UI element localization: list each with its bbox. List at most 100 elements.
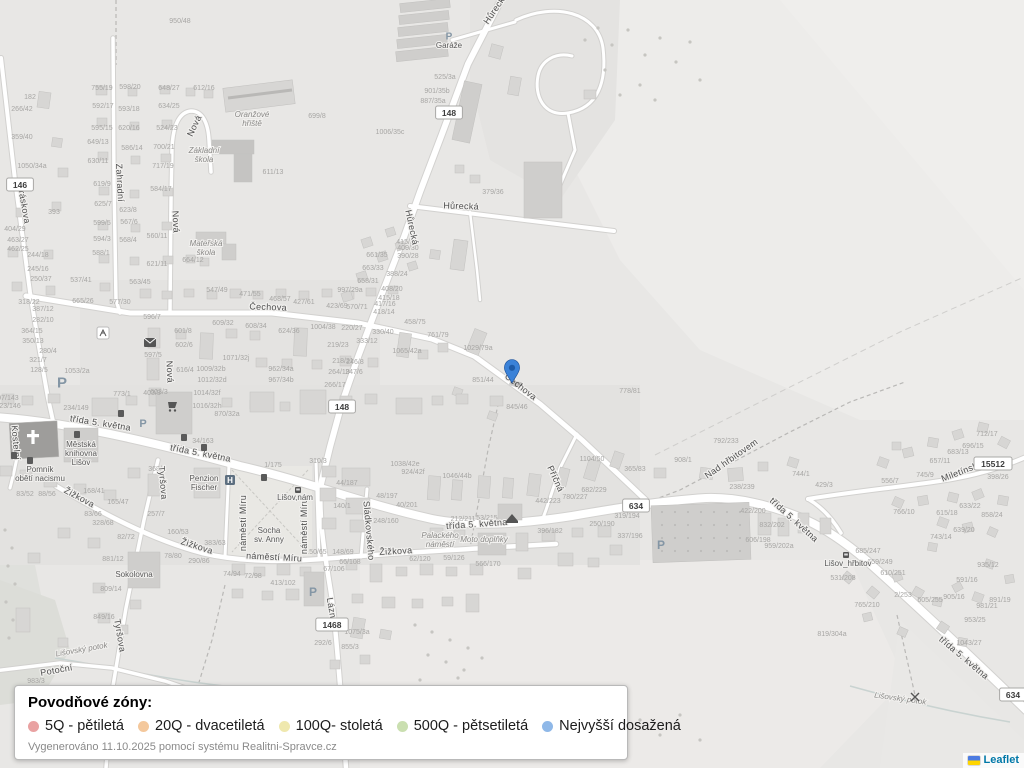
parcel-label: 717/19 bbox=[152, 163, 174, 170]
parcel-label: 605/255 bbox=[917, 597, 942, 604]
parcel-label: 981/21 bbox=[976, 603, 998, 610]
parcel-label: 168/41 bbox=[83, 488, 105, 495]
parcel-label: 388/24 bbox=[386, 271, 408, 278]
library-icon bbox=[74, 431, 80, 438]
parcel-label: 619/9 bbox=[93, 181, 111, 188]
place-label: Lišov bbox=[72, 458, 91, 467]
parcel-label: 364/15 bbox=[21, 328, 43, 335]
parcel-label: 657/11 bbox=[930, 458, 951, 465]
svg-text:148: 148 bbox=[335, 402, 349, 412]
parcel-label: 408/20 bbox=[381, 286, 403, 293]
parcel-label: 935/12 bbox=[977, 562, 999, 569]
parcel-label: 462/25 bbox=[7, 246, 29, 253]
parcel-label: 310/3 bbox=[309, 458, 327, 465]
parcel-label: 586/14 bbox=[121, 145, 143, 152]
parcel-label: 418/14 bbox=[373, 309, 395, 316]
svg-text:1468: 1468 bbox=[323, 620, 342, 630]
flood-zones-legend: Povodňové zóny: 5Q - pětiletá20Q - dvace… bbox=[14, 685, 628, 760]
place-label: Lišov,nám bbox=[277, 493, 313, 502]
parcel-label: 537/41 bbox=[70, 277, 92, 284]
playground-icon bbox=[97, 327, 109, 339]
parcel-label: 423/69 bbox=[326, 303, 348, 310]
parcel-label: 390/28 bbox=[397, 253, 419, 260]
parcel-label: 244/18 bbox=[27, 252, 49, 259]
parcel-label: 359/40 bbox=[11, 134, 33, 141]
parcel-label: 1029/79a bbox=[463, 345, 492, 352]
parcel-label: 1065/42a bbox=[392, 348, 421, 355]
parcel-label: 182 bbox=[24, 94, 36, 101]
parcel-label: 497/143 bbox=[0, 395, 19, 402]
leaflet-link[interactable]: Leaflet bbox=[984, 754, 1019, 766]
street-label: Hůrecká bbox=[443, 200, 479, 211]
parcel-label: 959/202a bbox=[764, 543, 793, 550]
parcel-label: 67/106 bbox=[323, 566, 345, 573]
parcel-label: 330/40 bbox=[372, 329, 394, 336]
monument-icon bbox=[11, 452, 17, 459]
post-office-icon bbox=[144, 338, 156, 347]
parcel-label: 648/27 bbox=[158, 85, 180, 92]
parcel-label: 598/20 bbox=[119, 84, 141, 91]
parcel-label: 458/75 bbox=[404, 319, 426, 326]
parcel-label: 422/200 bbox=[740, 508, 765, 515]
parcel-label: 624/36 bbox=[278, 328, 300, 335]
parcel-label: 566/170 bbox=[475, 561, 500, 568]
parcel-label: 1014/32f bbox=[193, 390, 220, 397]
street-label: Čechova bbox=[249, 301, 287, 312]
parcel-label: 1004/38 bbox=[310, 324, 335, 331]
parcel-label: 792/233 bbox=[713, 438, 738, 445]
street-label: náměstí Míru bbox=[299, 498, 309, 554]
parcel-label: 531/208 bbox=[830, 575, 855, 582]
bus-stop-icon bbox=[843, 552, 849, 558]
parcel-label: 413/102 bbox=[270, 580, 295, 587]
parcel-label: 773/1 bbox=[113, 391, 131, 398]
place-label: Lišov_hřbitov bbox=[824, 559, 871, 568]
legend-item: 5Q - pětiletá bbox=[28, 718, 124, 734]
parcel-label: 601/8 bbox=[174, 328, 192, 335]
parcel-label: 88/56 bbox=[38, 491, 56, 498]
parcel-label: 608/34 bbox=[245, 323, 267, 330]
parcel-label: 603/3 bbox=[150, 389, 168, 396]
parcel-label: 658/31 bbox=[357, 278, 379, 285]
legend-color-dot bbox=[397, 721, 408, 732]
parcel-label: 387/12 bbox=[32, 306, 54, 313]
parcel-label: 319/194 bbox=[614, 513, 639, 520]
parcel-label: 609/32 bbox=[212, 320, 234, 327]
legend-item: 100Q- stoletá bbox=[279, 718, 383, 734]
route-shield: 1468 bbox=[316, 618, 348, 631]
parcel-label: 664/12 bbox=[182, 257, 204, 264]
parcel-label: 611/13 bbox=[263, 169, 284, 176]
parcel-label: 328/68 bbox=[92, 520, 114, 527]
street-label: Nová bbox=[170, 210, 181, 233]
parcel-label: 870/32a bbox=[214, 411, 239, 418]
parcel-label: 596/7 bbox=[143, 314, 161, 321]
svg-text:15512: 15512 bbox=[981, 459, 1005, 469]
parcel-label: 250/37 bbox=[30, 276, 52, 283]
legend-item-label: 5Q - pětiletá bbox=[45, 718, 124, 734]
svg-text:H: H bbox=[227, 476, 233, 485]
parcel-label: 700/21 bbox=[153, 144, 175, 151]
parcel-label: 1/175 bbox=[264, 462, 282, 469]
parcel-label: 404/29 bbox=[4, 226, 26, 233]
legend-color-dot bbox=[542, 721, 553, 732]
place-label: Fischer bbox=[191, 483, 218, 492]
parcel-label: 858/24 bbox=[981, 512, 1003, 519]
map-canvas[interactable]: 950/48182266/42359/401050/34a393404/2946… bbox=[0, 0, 1024, 768]
parcel-label: 744/1 bbox=[792, 471, 810, 478]
bench-icon bbox=[201, 444, 207, 451]
parcel-label: 290/86 bbox=[188, 558, 210, 565]
parcel-label: 1016/32h bbox=[192, 403, 221, 410]
parcel-label: 524/23 bbox=[156, 125, 178, 132]
parking-icon: P bbox=[57, 374, 67, 391]
parcel-label: 743/14 bbox=[930, 534, 952, 541]
parcel-label: 621/11 bbox=[147, 261, 168, 268]
legend-item-label: 20Q - dvacetiletá bbox=[155, 718, 265, 734]
legend-item-label: 100Q- stoletá bbox=[296, 718, 383, 734]
parcel-label: 1038/42e bbox=[390, 461, 419, 468]
parcel-label: 525/3a bbox=[434, 74, 456, 81]
parcel-label: 442/223 bbox=[535, 498, 560, 505]
parcel-label: 148/69 bbox=[332, 549, 354, 556]
parcel-label: 350/13 bbox=[22, 338, 44, 345]
place-label: knihovna bbox=[65, 449, 98, 458]
parcel-label: 665/26 bbox=[72, 298, 94, 305]
parcel-label: 417/16 bbox=[374, 301, 396, 308]
